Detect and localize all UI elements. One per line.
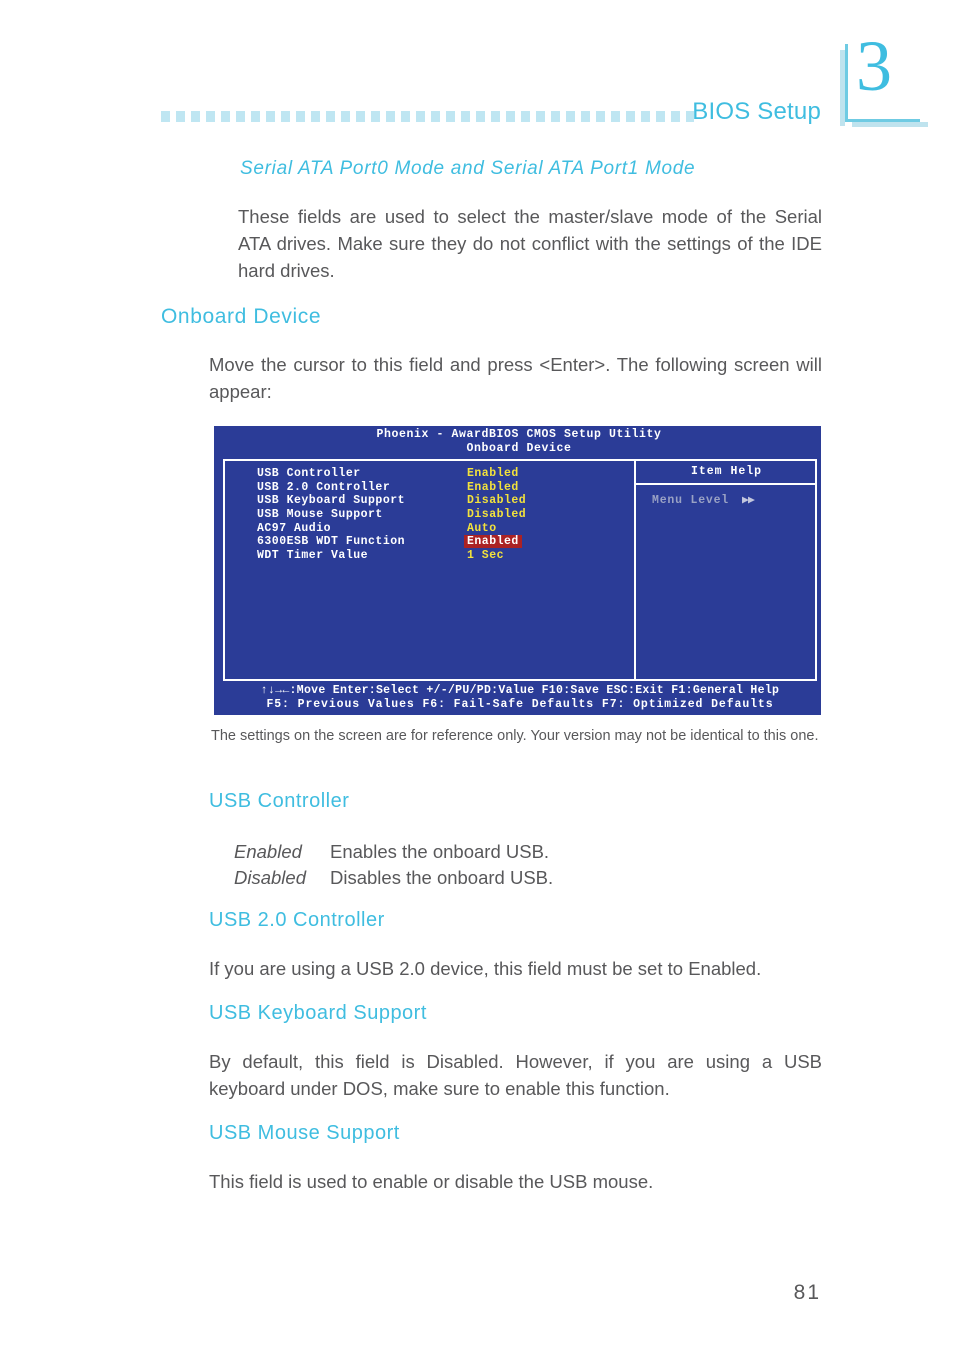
bios-page-title: Onboard Device [466,441,572,455]
bios-key-legend-line1: ↑↓→←:Move Enter:Select +/-/PU/PD:Value F… [260,684,780,697]
heading-serial-ata-port-mode: Serial ATA Port0 Mode and Serial ATA Por… [240,158,696,179]
bios-setting-row[interactable]: AC97 Audio Auto [257,522,627,536]
bios-key-legend-line2: F5: Previous Values F6: Fail-Safe Defaul… [266,698,774,711]
bios-title-block: Phoenix - AwardBIOS CMOS Setup Utility O… [214,428,824,455]
bios-main-panel: USB Controller Enabled USB 2.0 Controlle… [223,459,817,681]
header-dotted-rule [161,111,694,122]
bios-setting-row[interactable]: WDT Timer Value 1 Sec [257,549,627,563]
bios-setting-label: USB Keyboard Support [257,494,406,508]
bios-setting-row[interactable]: USB Keyboard Support Disabled [257,494,627,508]
bios-setting-label: 6300ESB WDT Function [257,535,406,549]
bios-settings-list: USB Controller Enabled USB 2.0 Controlle… [257,467,627,563]
bios-setting-label: USB Controller [257,467,361,480]
option-description: Enables the onboard USB. [330,841,550,862]
item-help-title: Item Help [690,465,763,478]
bios-setting-value[interactable]: Disabled [467,508,526,521]
paragraph-onboard-device: Move the cursor to this field and press … [209,354,822,402]
bios-setting-label: USB Mouse Support [257,508,383,522]
bios-setting-label: USB 2.0 Controller [257,480,391,494]
bios-setting-value[interactable]: 1 Sec [467,549,504,562]
option-term: Disabled [234,867,306,888]
header-title: BIOS Setup [692,98,821,125]
paragraph-usb-20-controller: If you are using a USB 2.0 device, this … [209,958,762,979]
bios-panel-divider [634,461,636,679]
bios-setting-row[interactable]: USB 2.0 Controller Enabled [257,481,627,495]
heading-onboard-device: Onboard Device [161,305,322,328]
page-number: 81 [793,1281,821,1304]
paragraph-usb-keyboard-support: By default, this field is Disabled. Howe… [209,1051,822,1099]
heading-usb-controller: USB Controller [209,790,350,812]
bios-setting-label: WDT Timer Value [257,549,369,563]
bios-setting-value[interactable]: Enabled [467,481,519,494]
menu-level-label: Menu Level [652,494,730,507]
item-help-separator [636,483,817,485]
bios-setting-row[interactable]: USB Mouse Support Disabled [257,508,627,522]
bios-setting-value-highlighted[interactable]: Enabled [464,535,522,549]
page-header: 3 BIOS Setup [0,0,954,150]
bios-setup-screenshot: Phoenix - AwardBIOS CMOS Setup Utility O… [211,426,821,715]
chapter-number: 3 [856,26,892,106]
bios-setting-value[interactable]: Enabled [467,467,519,480]
option-term: Enabled [234,841,302,862]
bios-setting-label: AC97 Audio [257,521,332,535]
paragraph-usb-mouse-support: This field is used to enable or disable … [209,1171,654,1192]
option-item: Enabled Enables the onboard USB. [234,839,553,865]
bios-setting-row[interactable]: USB Controller Enabled [257,467,627,481]
bios-setting-value[interactable]: Disabled [467,494,526,507]
bios-utility-title: Phoenix - AwardBIOS CMOS Setup Utility [376,428,662,441]
heading-usb-mouse-support: USB Mouse Support [209,1122,400,1144]
bios-key-legend: ↑↓→←:Move Enter:Select +/-/PU/PD:Value F… [223,684,817,712]
bios-setting-value[interactable]: Auto [467,522,497,535]
paragraph-serial-ata: These fields are used to select the mast… [238,206,822,281]
option-item: Disabled Disables the onboard USB. [234,865,553,891]
heading-usb-keyboard-support: USB Keyboard Support [209,1002,427,1024]
bios-setting-row-selected[interactable]: 6300ESB WDT Function Enabled [257,535,627,549]
usb-controller-option-list: Enabled Enables the onboard USB. Disabled… [234,839,553,891]
menu-level-row: Menu Level ▶▶ [652,492,755,507]
double-right-arrow-icon: ▶▶ [742,494,755,507]
heading-usb-20-controller: USB 2.0 Controller [209,909,385,931]
screenshot-caption: The settings on the screen are for refer… [211,728,819,744]
option-description: Disables the onboard USB. [330,867,554,888]
